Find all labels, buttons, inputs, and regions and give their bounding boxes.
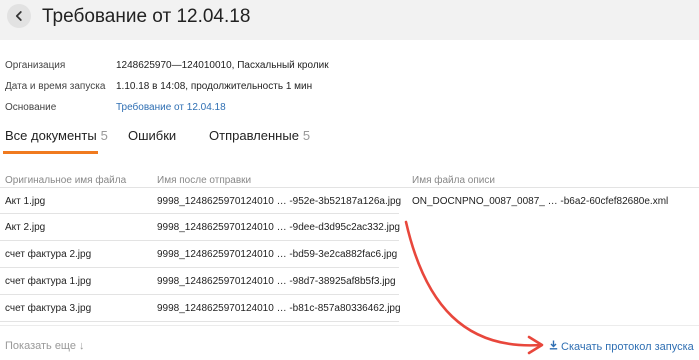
download-label: Скачать протокол запуска: [561, 341, 694, 353]
cell-original: счет фактура 2.jpg: [5, 249, 92, 260]
column-header-after-send: Имя после отправки: [157, 175, 252, 186]
cell-original: счет фактура 3.jpg: [5, 303, 92, 314]
tab-label: Отправленные: [209, 128, 299, 143]
table-row: Акт 2.jpg 9998_1248625970124010 … -9dee-…: [0, 214, 400, 241]
cell-inventory: ON_DOCNPNO_0087_0087_ … -b6a2-60cfef8268…: [412, 196, 669, 207]
cell-original: счет фактура 1.jpg: [5, 276, 92, 287]
tab-count: 5: [100, 128, 108, 143]
page-title: Требование от 12.04.18: [42, 6, 251, 27]
divider: [399, 187, 699, 188]
tab-errors[interactable]: Ошибки: [128, 128, 176, 143]
active-tab-indicator: [3, 151, 98, 154]
page-header: Требование от 12.04.18: [0, 0, 699, 40]
tab-label: Все документы: [5, 128, 97, 143]
cell-after-send: 9998_1248625970124010 … -952e-3b52187a12…: [157, 196, 402, 207]
table-row: счет фактура 2.jpg 9998_1248625970124010…: [0, 241, 399, 268]
back-button[interactable]: [7, 4, 31, 28]
download-icon: [549, 340, 558, 350]
basis-label: Основание: [5, 102, 57, 113]
show-more-button[interactable]: Показать еще ↓: [5, 340, 85, 352]
tab-all-documents[interactable]: Все документы 5: [5, 128, 108, 143]
tab-sent[interactable]: Отправленные 5: [209, 128, 310, 143]
download-protocol-link[interactable]: Скачать протокол запуска: [549, 340, 694, 353]
cell-after-send: 9998_1248625970124010 … -b81c-857a803364…: [157, 303, 401, 314]
organization-label: Организация: [5, 60, 66, 71]
tab-label: Ошибки: [128, 128, 177, 143]
column-header-inventory: Имя файла описи: [412, 175, 495, 186]
table-row: Акт 1.jpg 9998_1248625970124010 … -952e-…: [0, 187, 668, 214]
launch-value: 1.10.18 в 14:08, продолжительность 1 мин: [116, 81, 313, 92]
table-row: счет фактура 1.jpg 9998_1248625970124010…: [0, 268, 399, 295]
table-row: счет фактура 3.jpg 9998_1248625970124010…: [0, 295, 401, 322]
column-header-original: Оригинальное имя файла: [5, 175, 127, 186]
divider: [0, 325, 699, 326]
cell-original: Акт 1.jpg: [5, 196, 46, 207]
cell-after-send: 9998_1248625970124010 … -bd59-3e2ca882fa…: [157, 249, 398, 260]
cell-after-send: 9998_1248625970124010 … -9dee-d3d95c2ac3…: [157, 222, 400, 233]
tab-count: 5: [302, 128, 311, 143]
cell-after-send: 9998_1248625970124010 … -98d7-38925af8b5…: [157, 276, 396, 287]
chevron-left-icon: [15, 11, 22, 21]
basis-link[interactable]: Требование от 12.04.18: [116, 102, 226, 113]
cell-original: Акт 2.jpg: [5, 222, 46, 233]
organization-value: 1248625970—124010010, Пасхальный кролик: [116, 60, 329, 71]
launch-label: Дата и время запуска: [5, 81, 106, 92]
